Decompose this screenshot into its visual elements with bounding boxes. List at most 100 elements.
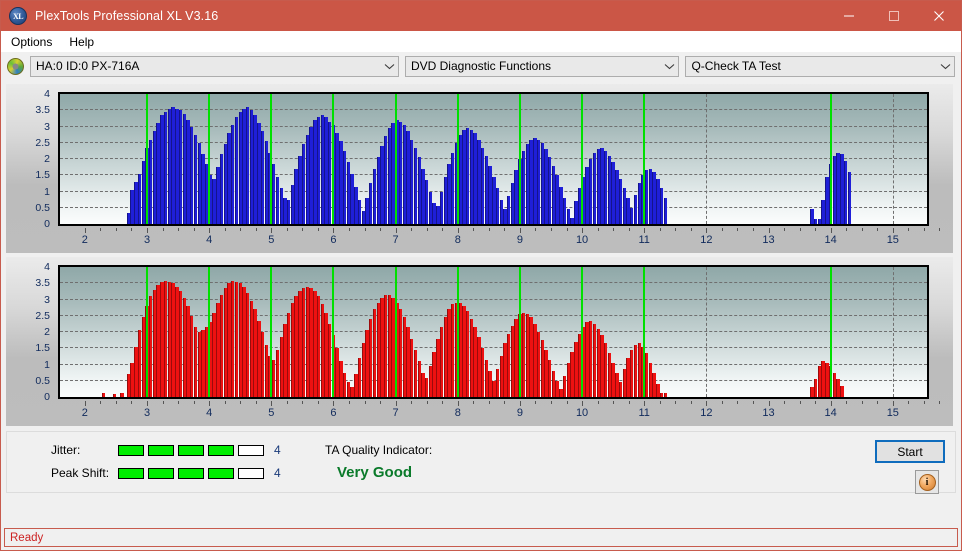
function-select[interactable]: DVD Diagnostic Functions [404, 55, 680, 77]
meter-segment [208, 444, 234, 456]
x-minor-tick [877, 401, 879, 404]
x-minor-tick [861, 228, 863, 231]
peak-shift-chart-markers [60, 267, 927, 397]
y-tick-label: 3.5 [35, 277, 50, 290]
x-tick-label: 12 [700, 234, 713, 246]
peak-shift-label: Peak Shift: [51, 466, 110, 480]
test-select[interactable]: Q-Check TA Test [685, 55, 955, 77]
x-minor-tick [224, 228, 226, 231]
x-tick [644, 401, 646, 406]
jitter-chart: 0 0.5 1 1.5 2 2.5 3 3.5 4 2 3 4 5 6 7 8 9 10 11 12 13 14 15 [6, 84, 953, 253]
x-minor-tick [815, 228, 817, 231]
peak-shift-chart: 0 0.5 1 1.5 2 2.5 3 3.5 4 2 3 4 5 6 7 8 9 10 11 12 13 14 15 [6, 257, 953, 426]
x-minor-tick [628, 401, 630, 404]
x-minor-tick [317, 401, 319, 404]
x-tick [147, 228, 148, 233]
x-minor-tick [877, 228, 879, 231]
start-button[interactable]: Start [875, 440, 945, 463]
menu-bar: Options Help [1, 31, 961, 52]
x-minor-tick [380, 228, 382, 231]
charts-container: 0 0.5 1 1.5 2 2.5 3 3.5 4 2 3 4 5 6 7 8 9 10 11 12 13 14 15 0… [6, 84, 956, 426]
x-minor-tick [752, 228, 754, 231]
application-window: XL PlexTools Professional XL V3.16 Optio… [0, 0, 962, 551]
y-tick-label: 3 [44, 293, 50, 306]
marker-line [208, 267, 211, 397]
marker-line [270, 94, 273, 224]
marker-line [456, 94, 459, 224]
x-tick [582, 401, 584, 406]
x-minor-tick [349, 228, 350, 231]
x-minor-tick [659, 228, 661, 231]
x-minor-tick [566, 401, 568, 404]
x-minor-tick [675, 228, 677, 231]
x-minor-tick [473, 401, 475, 404]
meter-segment [208, 467, 234, 479]
x-minor-tick [178, 401, 180, 404]
x-minor-tick [504, 228, 506, 231]
jitter-chart-y-axis: 0 0.5 1 1.5 2 2.5 3 3.5 4 [6, 88, 53, 230]
x-minor-tick [442, 228, 444, 231]
x-minor-tick [100, 401, 102, 404]
selector-bar: HA:0 ID:0 PX-716A DVD Diagnostic Functio… [1, 52, 961, 80]
x-tick-label: 14 [824, 407, 837, 419]
x-minor-tick [488, 401, 490, 404]
marker-line [208, 94, 211, 224]
x-minor-tick [721, 401, 723, 404]
chevron-down-icon [661, 63, 678, 70]
y-tick-label: 4 [44, 261, 50, 273]
title-bar: XL PlexTools Professional XL V3.16 [1, 1, 961, 31]
x-minor-tick [799, 228, 801, 231]
meter-segment [178, 467, 204, 479]
close-icon[interactable] [916, 1, 961, 31]
marker-line [581, 267, 584, 397]
marker-line [332, 94, 335, 224]
x-minor-tick [100, 228, 102, 231]
x-tick-label: 9 [516, 407, 523, 419]
x-tick-label: 4 [206, 234, 213, 246]
x-minor-tick [162, 228, 164, 231]
y-tick-label: 2 [44, 153, 50, 165]
info-button[interactable]: i [915, 470, 939, 494]
x-minor-tick [364, 228, 366, 231]
x-minor-tick [302, 401, 304, 404]
y-tick-label: 2 [44, 326, 50, 338]
x-minor-tick [550, 228, 552, 231]
peak-shift-value: 4 [274, 466, 281, 480]
chevron-down-icon [381, 63, 398, 70]
x-tick [209, 228, 211, 233]
menu-item-help[interactable]: Help [66, 33, 101, 51]
meter-segment [118, 444, 144, 456]
y-tick-label: 3 [44, 120, 50, 133]
x-tick-label: 2 [81, 407, 88, 419]
jitter-meter-row: Jitter: 4 [51, 443, 281, 457]
disc-icon [7, 57, 24, 75]
minimize-icon[interactable] [826, 1, 871, 31]
x-minor-tick [721, 228, 723, 231]
app-logo-icon: XL [9, 7, 27, 25]
x-minor-tick [488, 228, 490, 231]
function-select-value: DVD Diagnostic Functions [410, 59, 552, 73]
x-tick-label: 11 [638, 407, 650, 419]
x-minor-tick [659, 401, 661, 404]
x-tick-label: 10 [575, 234, 589, 246]
x-minor-tick [255, 401, 257, 404]
marker-line [146, 267, 148, 397]
x-minor-tick [566, 228, 568, 231]
maximize-icon[interactable] [871, 1, 916, 31]
x-minor-tick [115, 401, 117, 404]
y-tick-label: 2.5 [35, 136, 50, 149]
x-tick-label: 4 [206, 407, 213, 419]
menu-item-options[interactable]: Options [8, 33, 59, 51]
marker-line [270, 267, 273, 397]
x-tick [271, 401, 273, 406]
x-tick [830, 401, 832, 406]
status-bar: Ready [4, 528, 958, 547]
x-minor-tick [224, 401, 226, 404]
meter-segment [148, 467, 174, 479]
marker-line [643, 267, 646, 397]
drive-select[interactable]: HA:0 ID:0 PX-716A [30, 55, 399, 77]
x-tick-label: 8 [454, 234, 461, 246]
x-minor-tick [162, 401, 164, 404]
x-tick-label: 6 [330, 234, 337, 246]
y-tick-label: 1.5 [35, 342, 50, 355]
